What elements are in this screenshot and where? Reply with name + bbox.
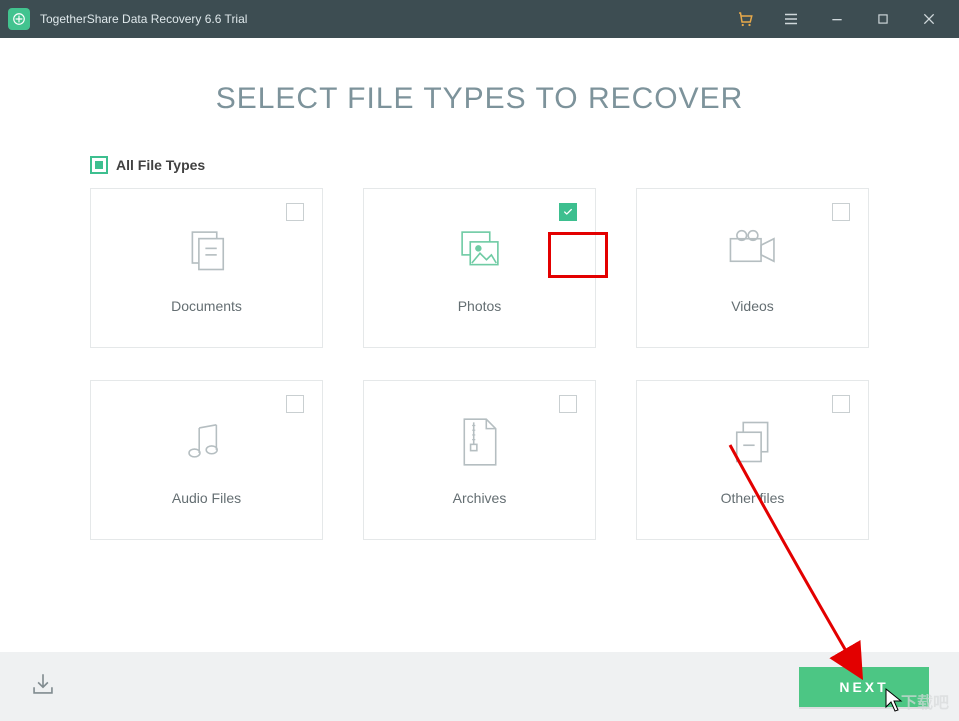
minimize-icon[interactable] [827, 9, 847, 29]
close-icon[interactable] [919, 9, 939, 29]
window-title: TogetherShare Data Recovery 6.6 Trial [40, 12, 247, 26]
card-label-other: Other files [721, 490, 785, 506]
videos-icon [723, 222, 783, 278]
card-label-photos: Photos [458, 298, 502, 314]
next-button[interactable]: NEXT [799, 667, 929, 707]
checkbox-archives[interactable] [559, 395, 577, 413]
file-type-grid: Documents Photos [90, 188, 869, 540]
maximize-icon[interactable] [873, 9, 893, 29]
card-archives[interactable]: Archives [363, 380, 596, 540]
main-content: SELECT FILE TYPES TO RECOVER All File Ty… [0, 38, 959, 652]
archives-icon [450, 414, 510, 470]
titlebar: TogetherShare Data Recovery 6.6 Trial [0, 0, 959, 38]
app-logo [8, 8, 30, 30]
card-audio[interactable]: Audio Files [90, 380, 323, 540]
all-file-types-toggle[interactable]: All File Types [90, 156, 869, 174]
card-label-documents: Documents [171, 298, 242, 314]
checkbox-documents[interactable] [286, 203, 304, 221]
checkbox-other[interactable] [832, 395, 850, 413]
footer-bar: NEXT [0, 652, 959, 721]
audio-icon [177, 414, 237, 470]
next-button-label: NEXT [839, 679, 888, 695]
card-other[interactable]: Other files [636, 380, 869, 540]
card-label-archives: Archives [453, 490, 507, 506]
photos-icon [450, 222, 510, 278]
card-photos[interactable]: Photos [363, 188, 596, 348]
card-label-videos: Videos [731, 298, 774, 314]
card-videos[interactable]: Videos [636, 188, 869, 348]
documents-icon [177, 222, 237, 278]
checkbox-photos[interactable] [559, 203, 577, 221]
other-icon [723, 414, 783, 470]
all-file-types-checkbox[interactable] [90, 156, 108, 174]
page-heading: SELECT FILE TYPES TO RECOVER [90, 82, 869, 116]
card-documents[interactable]: Documents [90, 188, 323, 348]
checkbox-videos[interactable] [832, 203, 850, 221]
all-file-types-label: All File Types [116, 157, 205, 173]
card-label-audio: Audio Files [172, 490, 241, 506]
import-icon[interactable] [30, 671, 56, 702]
menu-icon[interactable] [781, 9, 801, 29]
checkbox-audio[interactable] [286, 395, 304, 413]
cart-icon[interactable] [735, 9, 755, 29]
